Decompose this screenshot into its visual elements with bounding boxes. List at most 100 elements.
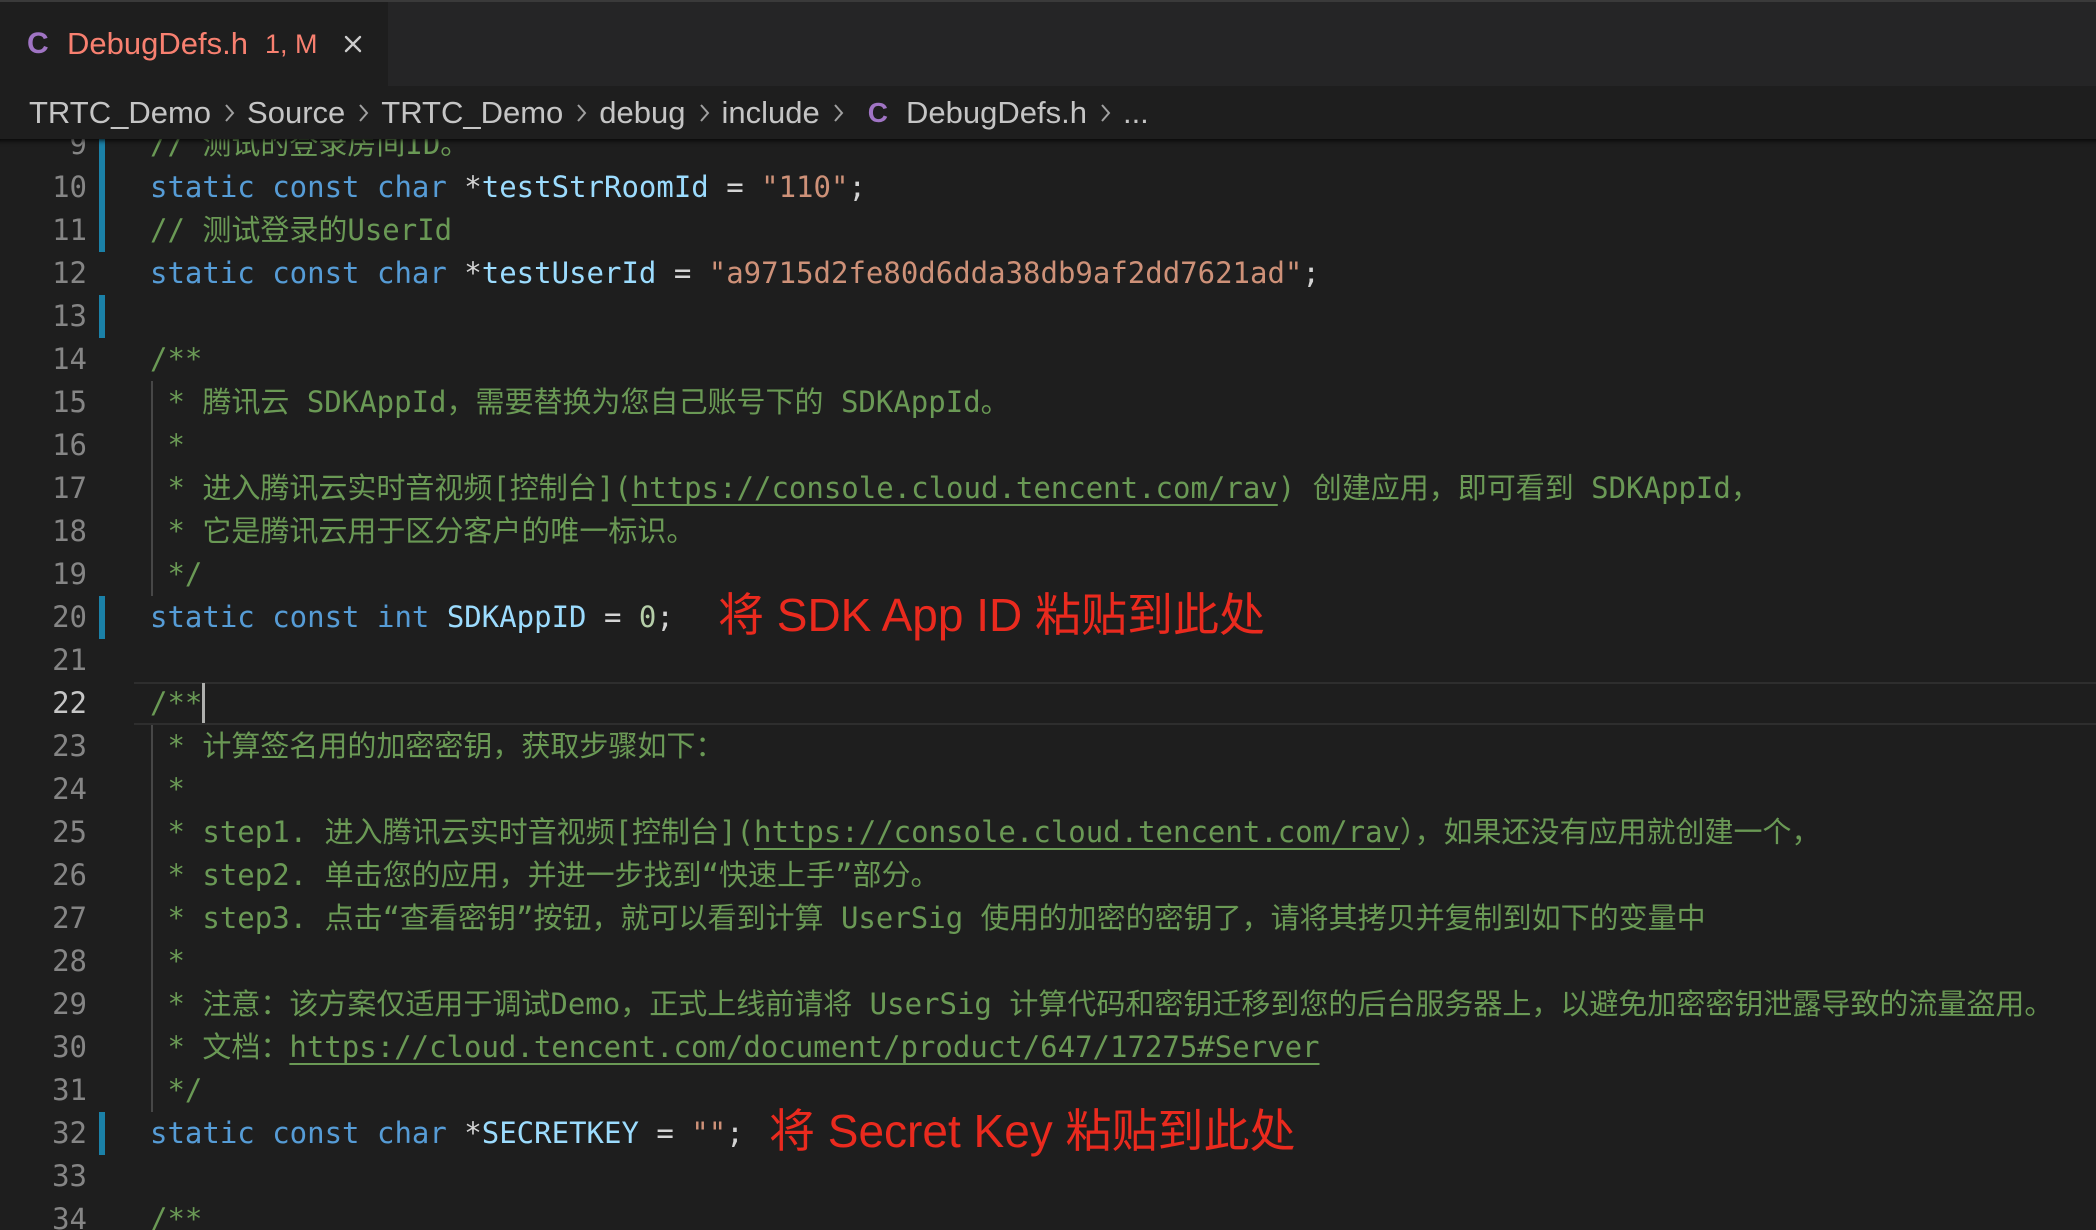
code-text[interactable]: * step1. 进入腾讯云实时音视频[控制台](https://console… [150,811,1820,854]
comment-text: /** [150,342,203,376]
code-text[interactable]: * 它是腾讯云用于区分客户的唯一标识。 [150,510,695,553]
code-text[interactable]: /** [150,1198,202,1230]
keyword-token: const [272,600,377,634]
code-text[interactable]: * [150,424,184,467]
string-literal: "a9715d2fe80d6dda38db9af2dd7621ad" [708,256,1303,290]
breadcrumb-item-include[interactable]: include [722,95,820,131]
tab-title: DebugDefs.h [67,26,248,61]
chevron-right-icon [223,103,235,123]
keyword-token: static [150,600,273,634]
code-line[interactable]: 33 [0,1155,2096,1198]
code-text[interactable]: */ [150,1069,202,1112]
line-number: 19 [52,557,87,591]
line-number: 24 [52,772,87,806]
git-modified-indicator[interactable] [99,1112,105,1155]
comment-link[interactable]: https://cloud.tencent.com/document/produ… [289,1030,1319,1064]
code-line[interactable]: 32 static const char *SECRETKEY = ""; 将 Se… [0,1108,2096,1155]
keyword-token: char [376,256,465,290]
code-line[interactable]: 28 * [0,940,2096,983]
line-number: 33 [52,1159,87,1193]
code-line[interactable]: 20 static const int SDKAppID = 0; 将 SDK Ap… [0,592,2096,639]
breadcrumb-item-debugdefs-h[interactable]: C DebugDefs.h [868,95,1087,131]
code-line[interactable]: 26 * step2. 单击您的应用，并进一步找到“快速上手”部分。 [0,854,2096,897]
git-modified-indicator[interactable] [99,166,105,209]
keyword-token: const [272,256,377,290]
code-text[interactable]: */ [150,553,202,596]
git-modified-indicator[interactable] [99,209,105,252]
code-editor[interactable]: 9// 测试的登录房间ID。 10 static const char *testS… [0,139,2096,1230]
code-line[interactable]: 9 // 测试的登录房间ID。 [0,139,2096,166]
code-text[interactable]: // 测试的登录房间ID。 [150,139,469,166]
keyword-token: static [150,256,273,290]
line-number: 15 [52,385,87,419]
number-literal: 0 [638,600,657,634]
code-text[interactable]: /** [150,338,202,381]
code-line[interactable]: 11 // 测试登录的UserId [0,209,2096,252]
comment-link[interactable]: https://console.cloud.tencent.com/rav [632,471,1278,505]
operator-token: * [464,170,482,204]
comment-link[interactable]: https://console.cloud.tencent.com/rav [754,815,1400,849]
code-text[interactable]: * step3. 点击“查看密钥”按钮，就可以看到计算 UserSig 使用的加… [150,897,1705,940]
code-text[interactable]: * [150,768,184,811]
code-text[interactable]: * [150,940,184,983]
comment-text: */ [150,1073,203,1107]
code-line[interactable]: 10 static const char *testStrRoomId = "11… [0,166,2096,209]
code-text[interactable]: * 进入腾讯云实时音视频[控制台](https://console.cloud.… [150,467,1759,510]
code-line[interactable]: 12 static const char *testUserId = "a9715… [0,252,2096,295]
code-line[interactable]: 25 * step1. 进入腾讯云实时音视频[控制台](https://cons… [0,811,2096,854]
line-number: 11 [52,213,87,247]
tab-debugdefs-h[interactable]: C DebugDefs.h 1, M [0,0,388,86]
line-number: 30 [52,1030,87,1064]
code-line[interactable]: 17 * 进入腾讯云实时音视频[控制台](https://console.clo… [0,467,2096,510]
comment-text: */ [150,557,203,591]
code-line[interactable]: 27 * step3. 点击“查看密钥”按钮，就可以看到计算 UserSig 使… [0,897,2096,940]
line-number: 28 [52,944,87,978]
code-text[interactable]: // 测试登录的UserId [150,209,452,252]
code-line[interactable]: 16 * [0,424,2096,467]
annotation-label-line-32: 将 Secret Key 粘贴到此处 [769,1105,1296,1157]
code-line[interactable]: 30 * 文档：https://cloud.tencent.com/docume… [0,1026,2096,1069]
annotation-label-line-20: 将 SDK App ID 粘贴到此处 [718,589,1266,641]
operator-token: = [638,1116,692,1150]
operator-token: ; [726,1116,744,1150]
comment-text: // 测试的登录房间ID。 [150,139,470,161]
code-line[interactable]: 29 * 注意：该方案仅适用于调试Demo，正式上线前请将 UserSig 计算… [0,983,2096,1026]
code-text[interactable]: static const char *testStrRoomId = "110"… [150,166,866,209]
code-line[interactable]: 24 * [0,768,2096,811]
code-line[interactable]: 21 [0,639,2096,682]
comment-text: * step1. 进入腾讯云实时音视频[控制台]( [150,815,754,849]
variable-name: SECRETKEY [481,1116,639,1150]
line-number: 31 [52,1073,87,1107]
breadcrumb-item-trtc-demo[interactable]: TRTC_Demo [29,95,211,131]
c-file-icon: C [27,27,49,60]
code-line[interactable]: 23 * 计算签名用的加密密钥，获取步骤如下： [0,725,2096,768]
breadcrumb-item-debug[interactable]: debug [599,95,685,131]
code-line[interactable]: 22 /** [0,682,2096,725]
code-line[interactable]: 18 * 它是腾讯云用于区分客户的唯一标识。 [0,510,2096,553]
close-icon[interactable] [342,33,364,55]
code-text[interactable]: /** [150,682,206,725]
git-modified-indicator[interactable] [99,139,105,166]
code-line[interactable]: 15 * 腾讯云 SDKAppId，需要替换为您自己账号下的 SDKAppId。 [0,381,2096,424]
code-text[interactable]: * 注意：该方案仅适用于调试Demo，正式上线前请将 UserSig 计算代码和… [150,983,2053,1026]
code-text[interactable]: * step2. 单击您的应用，并进一步找到“快速上手”部分。 [150,854,939,897]
code-text[interactable]: static const int SDKAppID = 0; [150,596,674,639]
breadcrumb-item-trtc-demo-folder[interactable]: TRTC_Demo [381,95,563,131]
code-text[interactable]: * 腾讯云 SDKAppId，需要替换为您自己账号下的 SDKAppId。 [150,381,1010,424]
code-line[interactable]: 34 /** [0,1198,2096,1230]
tab-problem-status: 1, M [265,29,318,59]
comment-text: /** [150,686,203,720]
code-text[interactable]: * 文档：https://cloud.tencent.com/document/… [150,1026,1319,1069]
code-line[interactable]: 13 [0,295,2096,338]
code-line[interactable]: 14 /** [0,338,2096,381]
breadcrumb-item-source[interactable]: Source [247,95,345,131]
code-text[interactable]: static const char *SECRETKEY = ""; [150,1112,744,1155]
comment-text: * 腾讯云 SDKAppId，需要替换为您自己账号下的 SDKAppId。 [150,385,1010,419]
breadcrumb-item-symbols[interactable]: ... [1123,95,1149,131]
code-text[interactable]: * 计算签名用的加密密钥，获取步骤如下： [150,725,724,768]
git-modified-indicator[interactable] [99,295,105,338]
git-modified-indicator[interactable] [99,596,105,639]
keyword-token: static [150,170,273,204]
code-text[interactable]: static const char *testUserId = "a9715d2… [150,252,1320,295]
variable-name: testStrRoomId [481,170,709,204]
